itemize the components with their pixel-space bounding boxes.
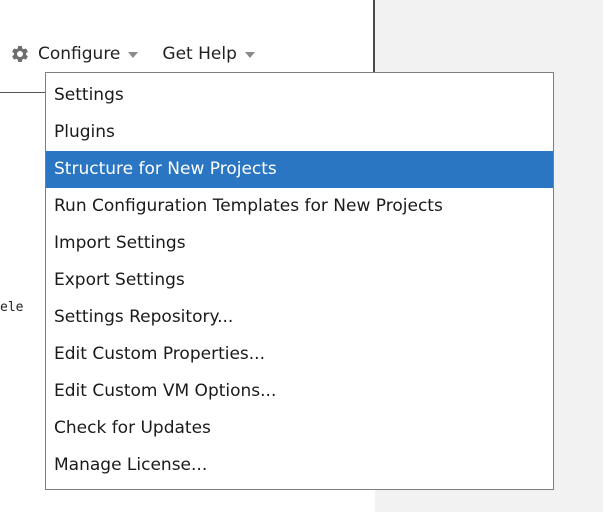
menu-item-edit-custom-properties[interactable]: Edit Custom Properties... [46,336,553,373]
panel-divider [373,0,375,80]
menu-item-import-settings[interactable]: Import Settings [46,225,553,262]
menu-item-manage-license[interactable]: Manage License... [46,447,553,484]
configure-dropdown-menu: Settings Plugins Structure for New Proje… [45,72,554,490]
menu-item-plugins[interactable]: Plugins [46,114,553,151]
get-help-menu-button[interactable]: Get Help [162,44,255,64]
get-help-label: Get Help [162,44,237,64]
menu-item-check-for-updates[interactable]: Check for Updates [46,410,553,447]
menu-item-run-configuration-templates[interactable]: Run Configuration Templates for New Proj… [46,188,553,225]
caret-down-icon [128,52,139,58]
menu-item-edit-custom-vm-options[interactable]: Edit Custom VM Options... [46,373,553,410]
background-text: ele [0,300,24,315]
configure-label: Configure [38,44,121,64]
menu-item-settings-repository[interactable]: Settings Repository... [46,299,553,336]
menu-item-export-settings[interactable]: Export Settings [46,262,553,299]
configure-menu-button[interactable]: Configure [38,44,139,64]
menu-item-structure-for-new-projects[interactable]: Structure for New Projects [46,151,553,188]
welcome-toolbar: Configure Get Help [10,38,255,70]
caret-down-icon [244,52,255,58]
menu-item-settings[interactable]: Settings [46,77,553,114]
toolbar-underline [0,92,45,93]
gear-icon[interactable] [10,44,30,64]
